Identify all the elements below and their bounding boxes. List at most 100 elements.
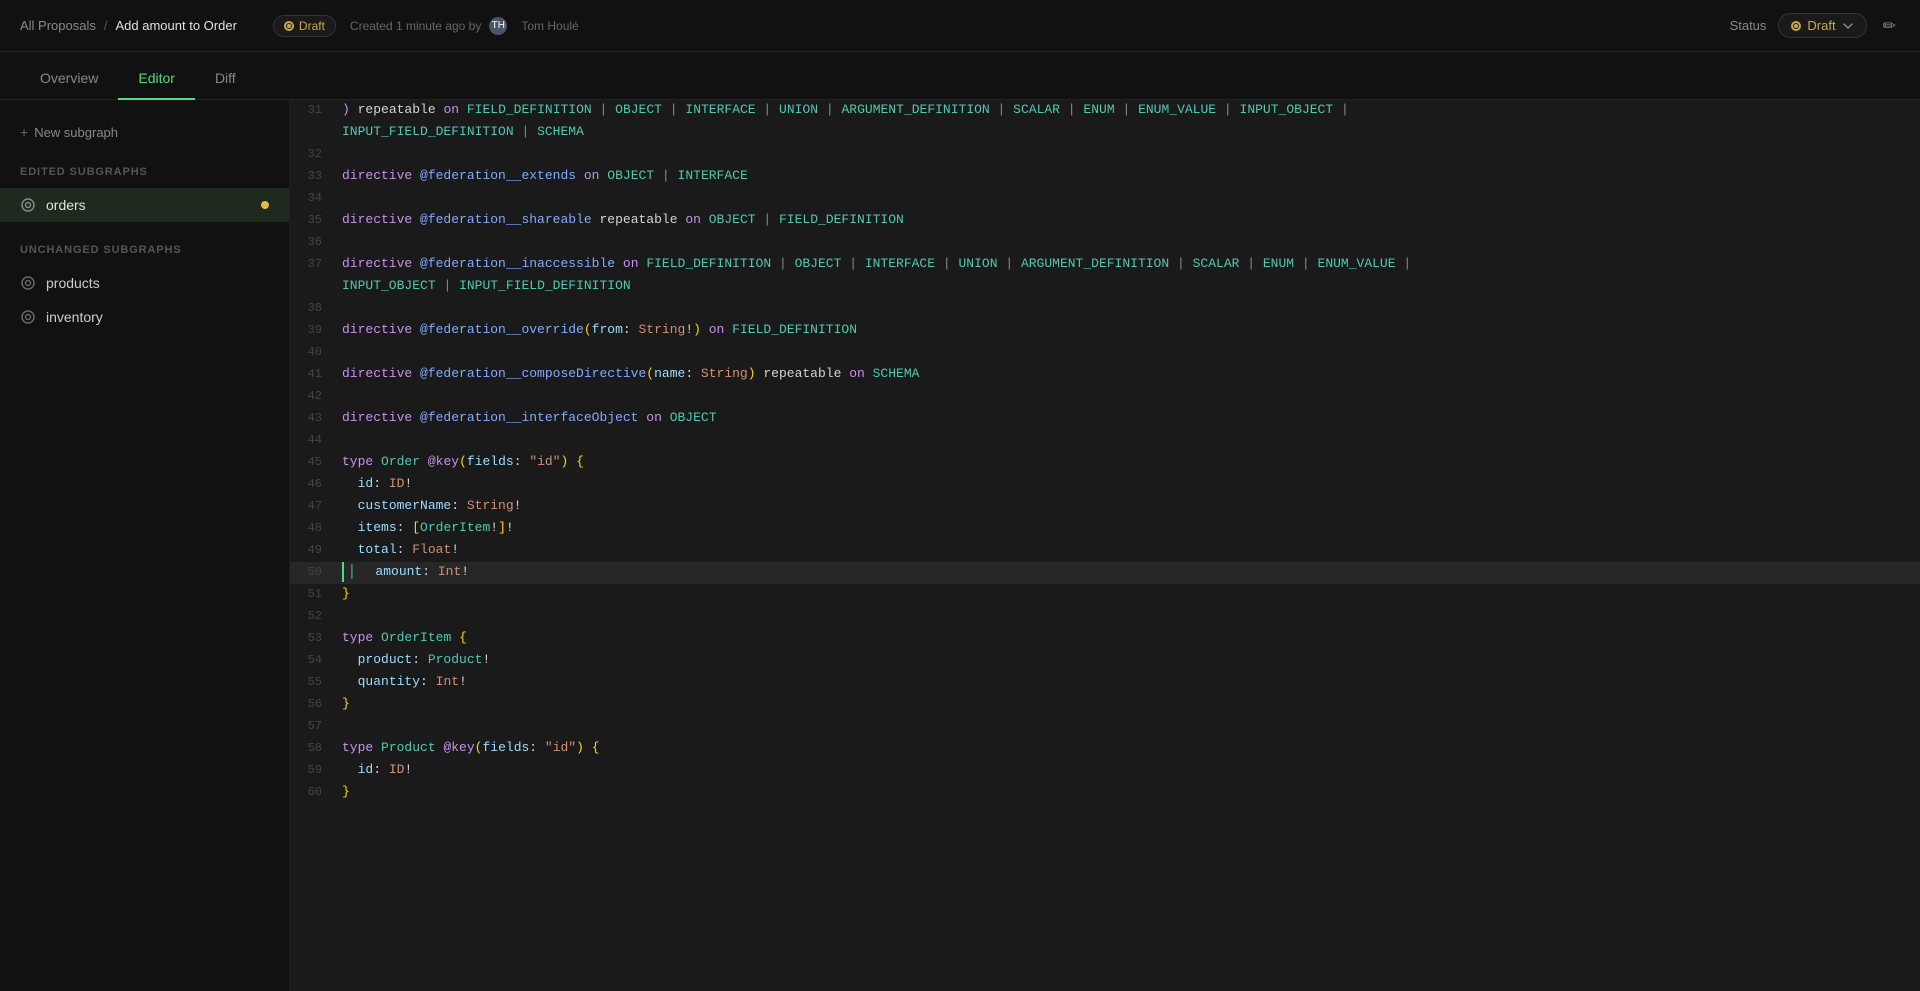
line-num-43: 43	[290, 408, 342, 428]
line-content-35: directive @federation__shareable repeata…	[342, 210, 1920, 230]
tab-editor[interactable]: Editor	[118, 58, 195, 100]
line-content-55: quantity: Int!	[342, 672, 1920, 692]
line-content-31: ) repeatable on FIELD_DEFINITION | OBJEC…	[342, 100, 1920, 120]
line-num-35: 35	[290, 210, 342, 230]
status-label: Status	[1730, 18, 1767, 33]
sidebar-item-orders[interactable]: orders	[0, 188, 289, 222]
new-subgraph-button[interactable]: + New subgraph	[0, 116, 289, 148]
author-name: Tom Houlé	[521, 19, 578, 33]
sidebar-item-products[interactable]: products	[0, 266, 289, 300]
code-line-59: 59 id: ID!	[290, 760, 1920, 782]
line-num-45: 45	[290, 452, 342, 472]
line-content-47: customerName: String!	[342, 496, 1920, 516]
tab-bar: Overview Editor Diff	[0, 52, 1920, 100]
line-content-49: total: Float!	[342, 540, 1920, 560]
line-num-49: 49	[290, 540, 342, 560]
main: + New subgraph Edited Subgraphs orders U…	[0, 100, 1920, 991]
code-line-33: 33 directive @federation__extends on OBJ…	[290, 166, 1920, 188]
subgraph-icon-products	[20, 275, 36, 291]
line-num-53: 53	[290, 628, 342, 648]
line-content-42	[342, 386, 1920, 406]
code-line-46: 46 id: ID!	[290, 474, 1920, 496]
line-content-39: directive @federation__override(from: St…	[342, 320, 1920, 340]
sidebar: + New subgraph Edited Subgraphs orders U…	[0, 100, 290, 991]
line-content-33: directive @federation__extends on OBJECT…	[342, 166, 1920, 186]
status-btn-label: Draft	[1807, 18, 1835, 33]
edited-subgraphs-label: Edited Subgraphs	[0, 160, 289, 184]
status-draft-button[interactable]: Draft	[1778, 13, 1866, 38]
status-badge-dot-icon	[1791, 21, 1801, 31]
chevron-down-icon	[1842, 20, 1854, 32]
code-line-60: 60 }	[290, 782, 1920, 804]
code-line-56: 56 }	[290, 694, 1920, 716]
line-num-31: 31	[290, 100, 342, 120]
line-num-40: 40	[290, 342, 342, 362]
line-num-33: 33	[290, 166, 342, 186]
code-line-48: 48 items: [OrderItem!]!	[290, 518, 1920, 540]
code-line-50: 50 amount: Int!	[290, 562, 1920, 584]
line-content-54: product: Product!	[342, 650, 1920, 670]
line-content-53: type OrderItem {	[342, 628, 1920, 648]
code-line-49: 49 total: Float!	[290, 540, 1920, 562]
line-content-58: type Product @key(fields: "id") {	[342, 738, 1920, 758]
top-bar-right: Status Draft ✏	[1730, 12, 1900, 40]
line-num-37: 37	[290, 254, 342, 274]
code-line-44: 44	[290, 430, 1920, 452]
line-num-46: 46	[290, 474, 342, 494]
code-container: 31 ) repeatable on FIELD_DEFINITION | OB…	[290, 100, 1920, 804]
sidebar-spacer	[0, 222, 289, 238]
unchanged-subgraphs-label: Unchanged Subgraphs	[0, 238, 289, 262]
line-num-34: 34	[290, 188, 342, 208]
code-line-45: 45 type Order @key(fields: "id") {	[290, 452, 1920, 474]
sidebar-item-products-label: products	[46, 275, 100, 291]
line-content-45: type Order @key(fields: "id") {	[342, 452, 1920, 472]
line-content-40	[342, 342, 1920, 362]
tab-diff[interactable]: Diff	[195, 58, 256, 100]
code-editor[interactable]: 31 ) repeatable on FIELD_DEFINITION | OB…	[290, 100, 1920, 991]
line-content-43: directive @federation__interfaceObject o…	[342, 408, 1920, 428]
avatar: TH	[489, 17, 507, 35]
breadcrumb-link[interactable]: All Proposals	[20, 18, 96, 33]
top-bar-left: All Proposals / Add amount to Order Draf…	[20, 15, 579, 37]
line-content-56: }	[342, 694, 1920, 714]
subgraph-icon-inventory	[20, 309, 36, 325]
line-content-52	[342, 606, 1920, 626]
new-subgraph-label: New subgraph	[34, 125, 118, 140]
line-num-55: 55	[290, 672, 342, 692]
edit-icon-button[interactable]: ✏	[1879, 12, 1900, 40]
code-line-39: 39 directive @federation__override(from:…	[290, 320, 1920, 342]
code-line-47: 47 customerName: String!	[290, 496, 1920, 518]
line-num-32: 32	[290, 144, 342, 164]
code-line-36: 36	[290, 232, 1920, 254]
line-num-56: 56	[290, 694, 342, 714]
draft-badge: Draft	[273, 15, 336, 37]
code-line-58: 58 type Product @key(fields: "id") {	[290, 738, 1920, 760]
code-line-54: 54 product: Product!	[290, 650, 1920, 672]
line-num-37b	[290, 276, 342, 277]
code-line-31b: INPUT_FIELD_DEFINITION | SCHEMA	[290, 122, 1920, 144]
line-content-44	[342, 430, 1920, 450]
sidebar-item-orders-label: orders	[46, 197, 86, 213]
line-num-47: 47	[290, 496, 342, 516]
sidebar-item-inventory[interactable]: inventory	[0, 300, 289, 334]
draft-badge-label: Draft	[299, 19, 325, 33]
draft-badge-dot-icon	[284, 21, 294, 31]
line-num-41: 41	[290, 364, 342, 384]
breadcrumb-current: Add amount to Order	[116, 18, 237, 33]
line-num-31b	[290, 122, 342, 123]
top-bar: All Proposals / Add amount to Order Draf…	[0, 0, 1920, 52]
code-line-35: 35 directive @federation__shareable repe…	[290, 210, 1920, 232]
tab-overview[interactable]: Overview	[20, 58, 118, 100]
sidebar-item-orders-dot	[261, 201, 269, 209]
line-content-51: }	[342, 584, 1920, 604]
breadcrumb-sep: /	[104, 18, 108, 33]
code-line-32: 32	[290, 144, 1920, 166]
line-num-42: 42	[290, 386, 342, 406]
plus-icon: +	[20, 124, 28, 140]
line-content-37b: INPUT_OBJECT | INPUT_FIELD_DEFINITION	[342, 276, 1920, 296]
line-content-57	[342, 716, 1920, 736]
line-num-52: 52	[290, 606, 342, 626]
line-content-37: directive @federation__inaccessible on F…	[342, 254, 1920, 274]
line-content-41: directive @federation__composeDirective(…	[342, 364, 1920, 384]
line-content-31b: INPUT_FIELD_DEFINITION | SCHEMA	[342, 122, 1920, 142]
